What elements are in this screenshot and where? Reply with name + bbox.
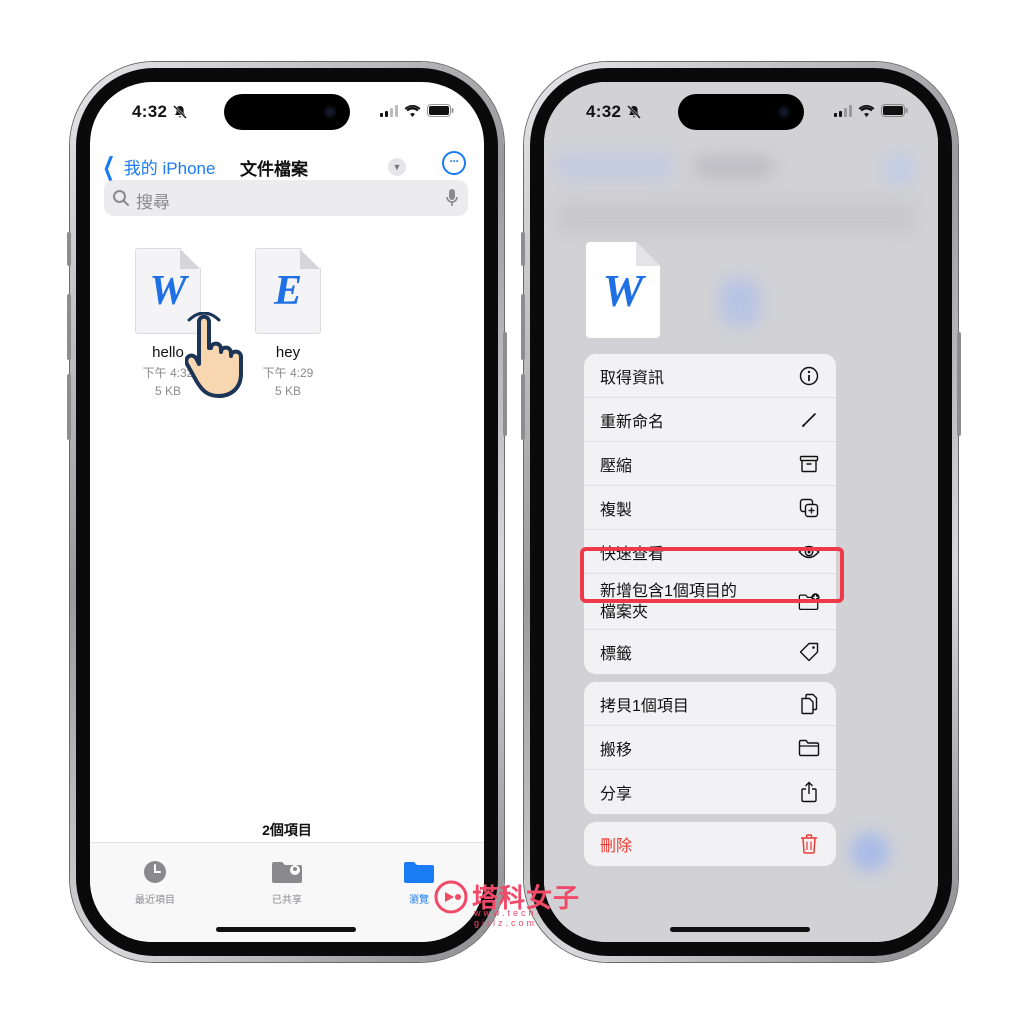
volume-down-button — [521, 374, 525, 440]
menu-item-copy[interactable]: 拷貝1個項目 — [584, 682, 836, 726]
item-count: 2個項目 — [262, 822, 312, 838]
quick-look-highlight — [580, 547, 844, 603]
search-field[interactable]: 搜尋 — [104, 180, 468, 216]
action-button — [67, 232, 71, 266]
tab-shared[interactable]: 已共享 — [242, 859, 332, 906]
watermark-url: www.tech-girlz.com — [474, 908, 543, 928]
archive-icon — [798, 453, 820, 475]
action-button — [521, 232, 525, 266]
status-time: 4:32 — [586, 102, 622, 121]
back-button-label: 我的 iPhone — [123, 159, 216, 178]
info-icon — [798, 365, 820, 387]
status-time: 4:32 — [132, 102, 168, 121]
battery-icon — [427, 104, 454, 117]
left-phone: 4:32 ❮ 我的 iPhone 文件檔案 ▼ ··· 搜尋 W hello 下… — [67, 62, 507, 962]
menu-group: 刪除 — [584, 822, 836, 866]
signal-icon — [834, 104, 852, 117]
dynamic-island — [224, 94, 350, 130]
power-button — [503, 332, 507, 436]
trash-icon — [798, 833, 820, 855]
menu-group: 取得資訊 重新命名 壓縮 複製 快速查看 新增包含1個項目的 檔案夾 標籤 — [584, 354, 836, 674]
menu-item-tags[interactable]: 標籤 — [584, 630, 836, 674]
silent-bell-icon — [172, 104, 188, 125]
dynamic-island — [678, 94, 804, 130]
volume-up-button — [521, 294, 525, 360]
menu-item-delete[interactable]: 刪除 — [584, 822, 836, 866]
files-screen: 4:32 ❮ 我的 iPhone 文件檔案 ▼ ··· 搜尋 W hello 下… — [90, 82, 484, 942]
microphone-icon[interactable] — [446, 188, 458, 208]
more-button[interactable]: ··· — [442, 151, 466, 175]
menu-group: 拷貝1個項目 搬移 分享 — [584, 682, 836, 814]
status-icons — [834, 104, 908, 117]
power-button — [957, 332, 961, 436]
folder-icon — [798, 737, 820, 759]
status-icons — [380, 104, 454, 117]
menu-item-compress[interactable]: 壓縮 — [584, 442, 836, 486]
context-menu-screen: 4:32 W 取得資訊 重新命名 壓縮 複製 快速查看 新增包含1個項目的 檔案… — [544, 82, 938, 942]
watermark-logo-icon — [434, 880, 468, 913]
tab-label: 已共享 — [272, 895, 302, 906]
volume-up-button — [67, 294, 71, 360]
menu-item-rename[interactable]: 重新命名 — [584, 398, 836, 442]
share-icon — [798, 781, 820, 803]
context-menu: 取得資訊 重新命名 壓縮 複製 快速查看 新增包含1個項目的 檔案夾 標籤 拷貝… — [584, 354, 836, 866]
pencil-icon — [798, 409, 820, 431]
wifi-icon — [858, 104, 875, 117]
home-indicator — [216, 927, 356, 932]
silent-bell-icon — [626, 104, 642, 125]
volume-down-button — [67, 374, 71, 440]
menu-item-duplicate[interactable]: 複製 — [584, 486, 836, 530]
duplicate-icon — [798, 497, 820, 519]
search-placeholder: 搜尋 — [136, 193, 170, 212]
page-title[interactable]: 文件檔案 — [240, 155, 308, 180]
menu-item-share[interactable]: 分享 — [584, 770, 836, 814]
home-indicator — [670, 927, 810, 932]
back-button[interactable]: ❮ 我的 iPhone — [98, 151, 216, 182]
search-icon — [113, 190, 129, 206]
tap-hand-icon — [185, 312, 243, 398]
clock-icon — [110, 859, 200, 885]
right-phone: 4:32 W 取得資訊 重新命名 壓縮 複製 快速查看 新增包含1個項目的 檔案… — [521, 62, 961, 962]
tag-icon — [798, 641, 820, 663]
tab-label: 最近項目 — [135, 895, 175, 906]
signal-icon — [380, 104, 398, 117]
tab-recents[interactable]: 最近項目 — [110, 859, 200, 906]
excel-document-icon: E — [255, 248, 321, 334]
battery-icon — [881, 104, 908, 117]
copy-icon — [798, 693, 820, 715]
wifi-icon — [404, 104, 421, 117]
chevron-down-icon[interactable]: ▼ — [388, 158, 406, 176]
camera — [778, 106, 790, 118]
word-document-preview: W — [586, 242, 660, 338]
menu-item-move[interactable]: 搬移 — [584, 726, 836, 770]
shared-folder-icon — [242, 859, 332, 885]
camera — [324, 106, 336, 118]
watermark: 塔科女子 www.tech-girlz.com — [434, 878, 580, 928]
chevron-left-icon: ❮ — [102, 151, 116, 182]
menu-item-get-info[interactable]: 取得資訊 — [584, 354, 836, 398]
